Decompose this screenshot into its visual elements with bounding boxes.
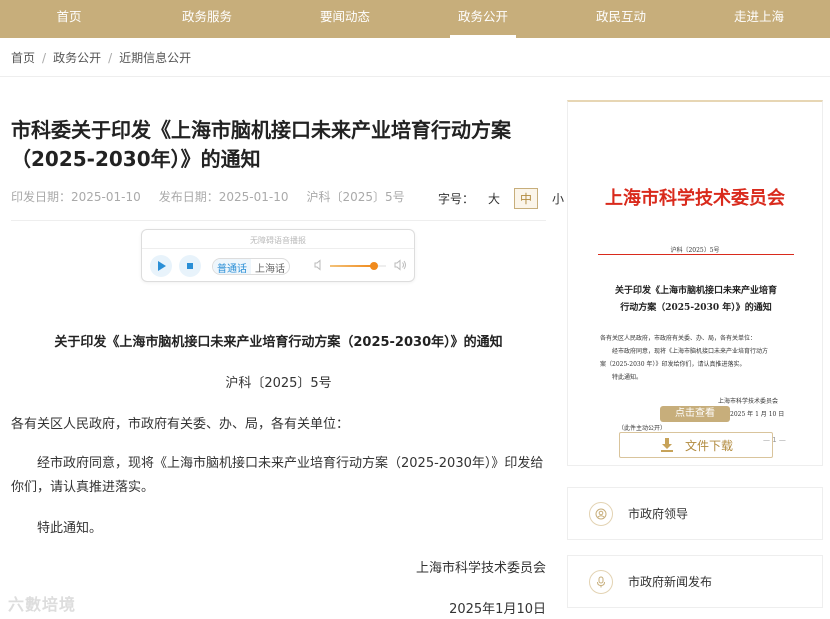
issue-date: 印发日期：2025-01-10 bbox=[11, 190, 141, 204]
audio-player: 无障碍语音播报 普通话 上海话 bbox=[141, 229, 415, 282]
document-number: 沪科〔2025〕5号 bbox=[225, 376, 332, 391]
document-title: 关于印发《上海市脑机接口未来产业培育行动方案（2025-2030年）》的通知 bbox=[54, 335, 503, 350]
leader-icon bbox=[589, 501, 613, 526]
font-size-switcher: 字号： 大 中 小 bbox=[438, 188, 569, 209]
breadcrumb-home[interactable]: 首页 bbox=[11, 49, 35, 66]
player-title: 无障碍语音播报 bbox=[250, 236, 306, 245]
font-size-label: 字号： bbox=[438, 192, 475, 206]
preview-title-line: 关于印发《上海市脑机接口未来产业培育 bbox=[614, 286, 777, 296]
font-size-large-button[interactable]: 大 bbox=[483, 189, 505, 208]
font-size-medium-button[interactable]: 中 bbox=[514, 188, 539, 209]
volume-high-icon[interactable] bbox=[394, 259, 408, 271]
preview-page-indicator: — 1 — bbox=[763, 436, 786, 444]
language-toggle: 普通话 上海话 bbox=[212, 258, 290, 275]
play-icon[interactable] bbox=[150, 255, 172, 277]
salutation: 各有关区人民政府，市政府有关委、办、局，各有关单位： bbox=[11, 417, 350, 432]
microphone-icon bbox=[589, 569, 613, 594]
closing: 特此通知。 bbox=[37, 521, 103, 536]
download-label: 文件下载 bbox=[684, 438, 733, 453]
preview-doc-number: 沪科〔2025〕5号 bbox=[670, 247, 720, 254]
side-link-label: 市政府领导 bbox=[628, 507, 689, 521]
volume-low-icon[interactable] bbox=[314, 259, 326, 271]
nav-item-gov-affairs[interactable]: 政务公开 bbox=[414, 0, 552, 38]
divider bbox=[0, 76, 830, 77]
side-link-news-release[interactable]: 市政府新闻发布 bbox=[567, 555, 823, 608]
article-meta: 印发日期：2025-01-10 发布日期：2025-01-10 沪科〔2025〕… bbox=[11, 188, 405, 205]
preview-body: 各有关区人民政府，市政府有关委、办、局，各有关单位： 经市政府同意，现将《上海市… bbox=[600, 332, 796, 384]
nav-item-interaction[interactable]: 政民互动 bbox=[552, 0, 690, 38]
preview-signature: 上海市科学技术委员会 bbox=[718, 398, 779, 405]
signature: 上海市科学技术委员会 bbox=[415, 561, 546, 576]
preview-head: 上海市科学技术委员会 bbox=[605, 188, 785, 209]
preview-red-line bbox=[598, 254, 794, 255]
divider bbox=[11, 220, 546, 221]
breadcrumb-separator: / bbox=[42, 50, 47, 65]
side-link-leaders[interactable]: 市政府领导 bbox=[567, 487, 823, 540]
nav-item-home[interactable]: 首页 bbox=[0, 0, 138, 38]
font-size-small-button[interactable]: 小 bbox=[547, 189, 569, 208]
watermark-logo: 六數培境 bbox=[8, 595, 77, 614]
nav-item-news[interactable]: 要闻动态 bbox=[276, 0, 414, 38]
breadcrumb-separator: / bbox=[108, 50, 113, 65]
click-to-view-button[interactable]: 点击查看 bbox=[660, 406, 730, 422]
preview-body-line: 经市政府同意，现将《上海市脑机接口未来产业培育行动方 bbox=[612, 348, 769, 355]
body-paragraph: 经市政府同意，现将《上海市脑机接口未来产业培育行动方案（2025-2030年）》… bbox=[11, 456, 544, 495]
breadcrumb: 首页 / 政务公开 / 近期信息公开 bbox=[11, 49, 191, 66]
preview-body-line: 特此通知。 bbox=[612, 374, 643, 381]
download-icon bbox=[660, 438, 673, 452]
preview-body-line: 案（2025-2030 年）》印发给你们，请认真推进落实。 bbox=[600, 361, 746, 368]
preview-title: 关于印发《上海市脑机接口未来产业培育 行动方案（2025-2030 年）》的通知 bbox=[608, 283, 784, 317]
side-link-label: 市政府新闻发布 bbox=[628, 575, 713, 589]
volume-slider-knob[interactable] bbox=[369, 262, 378, 270]
page-title: 市科委关于印发《上海市脑机接口未来产业培育行动方案（2025-2030年）》的通… bbox=[11, 118, 511, 171]
nav-item-services[interactable]: 政务服务 bbox=[138, 0, 276, 38]
doc-number: 沪科〔2025〕5号 bbox=[306, 190, 405, 204]
document-preview: 上海市科学技术委员会 沪科〔2025〕5号 关于印发《上海市脑机接口未来产业培育… bbox=[567, 100, 823, 466]
publish-date: 发布日期：2025-01-10 bbox=[158, 190, 289, 204]
breadcrumb-gov-affairs[interactable]: 政务公开 bbox=[53, 49, 101, 66]
preview-body-line: 各有关区人民政府，市政府有关委、办、局，各有关单位： bbox=[600, 335, 757, 342]
preview-title-line: 行动方案（2025-2030 年）》的通知 bbox=[620, 303, 772, 313]
stop-icon[interactable] bbox=[179, 255, 201, 277]
nav-item-about-shanghai[interactable]: 走进上海 bbox=[690, 0, 828, 38]
divider bbox=[142, 248, 414, 249]
preview-date: 2025 年 1 月 10 日 bbox=[730, 411, 785, 418]
breadcrumb-recent-info[interactable]: 近期信息公开 bbox=[119, 49, 191, 66]
top-nav: 首页 政务服务 要闻动态 政务公开 政民互动 走进上海 bbox=[0, 0, 830, 38]
preview-publish-note: （此件主动公开） bbox=[618, 425, 667, 432]
volume-slider-fill bbox=[330, 265, 374, 267]
signature-date: 2025年1月10日 bbox=[449, 602, 546, 617]
lang-shanghainese-button[interactable]: 上海话 bbox=[251, 259, 289, 274]
lang-mandarin-button[interactable]: 普通话 bbox=[213, 259, 251, 274]
file-download-button[interactable]: 文件下载 bbox=[619, 432, 773, 458]
volume-slider[interactable] bbox=[330, 262, 386, 270]
